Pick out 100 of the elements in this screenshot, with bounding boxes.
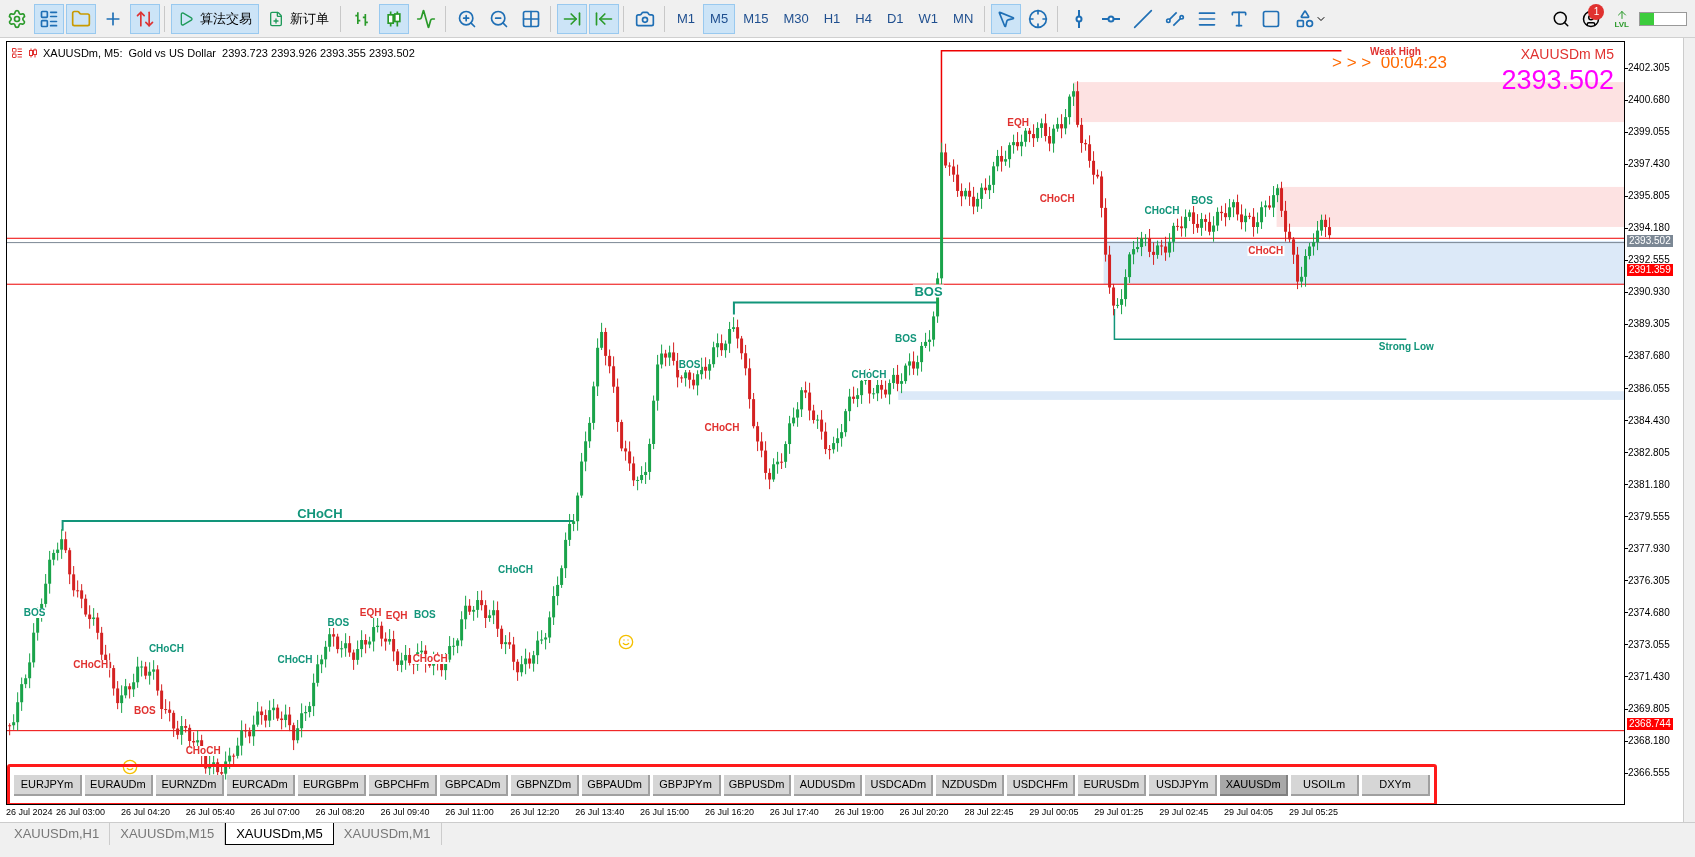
symbol-button[interactable]: DXYm: [1362, 774, 1431, 796]
price-tick: 2402.305: [1628, 61, 1670, 75]
time-label: 26 Jul 11:00: [445, 806, 495, 820]
structure-label: EQH: [358, 607, 383, 618]
price-tick: 2366.555: [1628, 766, 1670, 781]
vertical-line-icon: [1075, 8, 1084, 29]
price-tick: 2376.305: [1628, 573, 1670, 588]
list-icon[interactable]: [11, 47, 23, 60]
price-tick: 2379.555: [1628, 509, 1670, 524]
time-label: 29 Jul 01:25: [1094, 806, 1145, 820]
structure-label: CHoCH: [1143, 205, 1181, 216]
structure-label: CHoCH: [72, 659, 110, 670]
symbol-button[interactable]: GBPCADm: [439, 774, 508, 796]
price-tick: 2386.055: [1628, 381, 1670, 396]
symbol-button[interactable]: EURAUDm: [84, 774, 153, 796]
structure-label: CHoCH: [276, 655, 314, 666]
time-label: 26 Jul 2024: [6, 806, 54, 820]
grid-icon: [521, 8, 541, 29]
price-tick: 2399.055: [1628, 125, 1670, 140]
timeframe-button[interactable]: M30: [776, 3, 816, 34]
structure-label: CHoCH: [147, 643, 185, 654]
structure-label: BOS: [412, 610, 437, 620]
structure-label: CHoCH: [1038, 193, 1076, 204]
structure-label: CHoCH: [411, 654, 449, 665]
timeframe-button[interactable]: MN: [946, 3, 981, 34]
structure-label: EQH: [1006, 118, 1031, 129]
folder-icon: [71, 8, 91, 29]
chart-tab[interactable]: XAUUSDm,H1: [4, 823, 111, 845]
autoscroll-tool[interactable]: [557, 3, 587, 34]
symbol-button[interactable]: USOILm: [1291, 774, 1360, 796]
price-tag: 2391.359: [1627, 264, 1673, 276]
list-icon: [39, 8, 59, 29]
chart-header: XAUUSDm, M5: Gold vs US Dollar 2393.723 2393.926 2393.355 2393.502: [43, 46, 415, 61]
symbol-button[interactable]: GBPAUDm: [581, 774, 650, 796]
timeframe-button[interactable]: D1: [879, 3, 911, 34]
price-tick: 2384.430: [1628, 413, 1670, 428]
chart-tab[interactable]: XAUUSDm,M5: [225, 823, 334, 845]
symbol-button[interactable]: USDJPYm: [1149, 774, 1218, 796]
symbol-button[interactable]: EURNZDm: [155, 774, 224, 796]
price-tick: 2387.680: [1628, 349, 1670, 364]
price-tick: 2374.680: [1628, 605, 1670, 620]
structure-label: BOS: [677, 360, 702, 371]
toolbar-button[interactable]: 新订单: [261, 3, 336, 34]
symbol-button[interactable]: AUDUSDm: [794, 774, 863, 796]
candlestick-icon[interactable]: [27, 47, 39, 60]
time-label: 26 Jul 19:00: [834, 806, 885, 820]
price-tick: 2377.930: [1628, 541, 1670, 556]
scrollbar[interactable]: [1683, 38, 1695, 822]
timeframe-button[interactable]: M1: [670, 3, 703, 34]
structure-label: Strong Low: [1377, 341, 1435, 352]
trend-line-icon: [1133, 8, 1154, 29]
timeframe-button[interactable]: M5: [703, 3, 736, 34]
time-label: 26 Jul 08:20: [315, 806, 366, 820]
settings-icon: [7, 8, 27, 29]
timeframe-button[interactable]: H4: [848, 3, 879, 34]
symbol-button[interactable]: EURJPYm: [14, 774, 82, 796]
toolbar-button[interactable]: 算法交易: [171, 3, 259, 34]
price-tick: 2382.805: [1628, 445, 1670, 460]
symbol-button[interactable]: GBPJPYm: [652, 774, 721, 796]
arrows-tool[interactable]: [130, 3, 160, 34]
symbol-button[interactable]: EURCADm: [226, 774, 295, 796]
structure-label: Weak High: [1369, 46, 1422, 57]
price-tick: 2368.180: [1628, 734, 1670, 749]
structure-label: CHoCH: [497, 564, 535, 575]
structure-label: BOS: [893, 334, 918, 345]
time-label: 26 Jul 16:20: [704, 806, 755, 820]
chart-shift-tool[interactable]: [589, 3, 619, 34]
time-label: 29 Jul 05:25: [1288, 806, 1339, 820]
symbol-button[interactable]: EURGBPm: [297, 774, 366, 796]
symbol-button[interactable]: NZDUSDm: [936, 774, 1005, 796]
symbol-button[interactable]: GBPCHFm: [368, 774, 437, 796]
time-label: 29 Jul 02:45: [1159, 806, 1210, 820]
price-tick: 2390.930: [1628, 285, 1670, 300]
time-label: 29 Jul 04:05: [1224, 806, 1275, 820]
price-tick: 2381.180: [1628, 477, 1670, 492]
timeframe-button[interactable]: M15: [736, 3, 776, 34]
timeframe-button[interactable]: W1: [911, 3, 946, 34]
cursor-tool[interactable]: [991, 3, 1022, 34]
symbol-button[interactable]: EURUSDm: [1078, 774, 1147, 796]
time-label: 26 Jul 07:00: [250, 806, 301, 820]
symbol-button[interactable]: GBPUSDm: [723, 774, 792, 796]
symbol-button[interactable]: USDCHFm: [1007, 774, 1076, 796]
timeframe-button[interactable]: H1: [816, 3, 848, 34]
smiley-icon: [617, 634, 634, 650]
structure-label: EQH: [384, 611, 409, 622]
price-tick: 2395.805: [1628, 189, 1670, 204]
price-tick: 2389.305: [1628, 317, 1670, 332]
candlestick-tool[interactable]: [379, 3, 409, 34]
time-label: 26 Jul 17:40: [769, 806, 820, 820]
structure-label: BOS: [22, 607, 47, 618]
price-tick: 2369.805: [1628, 702, 1670, 716]
price-tick: 2397.430: [1628, 157, 1670, 172]
symbol-title: XAUUSDm M5: [1520, 45, 1614, 64]
chart-tab[interactable]: XAUUSDm,M1: [333, 823, 442, 845]
symbol-button[interactable]: GBPNZDm: [510, 774, 579, 796]
search-icon[interactable]: [1552, 9, 1571, 28]
symbol-button[interactable]: XAUUSDm: [1220, 774, 1289, 796]
current-price: 2393.502: [1501, 65, 1614, 95]
symbol-button[interactable]: USDCADm: [865, 774, 934, 796]
list-tool[interactable]: [34, 3, 64, 34]
